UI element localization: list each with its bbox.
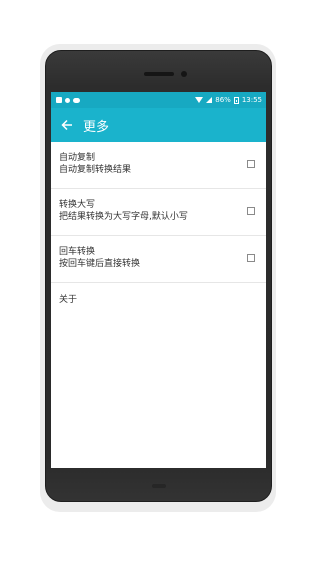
image-notification-icon [56,97,62,103]
setting-title: 回车转换 [59,247,96,257]
setting-subtitle: 把结果转换为大写字母,默认小写 [59,212,188,222]
back-arrow-icon[interactable] [59,117,75,133]
setting-title: 自动复制 [59,153,96,163]
setting-auto-copy[interactable]: 自动复制 自动复制转换结果 [51,142,266,189]
phone-screen: 86% 13:55 更多 自动复制 自动复制转换结果 转换大写 把结果转换为大写… [51,92,266,468]
about-item[interactable]: 关于 [51,283,266,305]
setting-title: 转换大写 [59,200,96,210]
settings-list: 自动复制 自动复制转换结果 转换大写 把结果转换为大写字母,默认小写 回车转换 … [51,142,266,305]
setting-subtitle: 自动复制转换结果 [59,165,132,175]
enter-convert-checkbox[interactable] [247,254,255,262]
setting-subtitle: 按回车键后直接转换 [59,259,141,269]
cloud-notification-icon [73,97,80,103]
phone-camera [181,71,187,77]
status-bar: 86% 13:55 [51,92,266,108]
status-notifications [56,97,80,103]
phone-speaker [144,72,174,76]
wifi-icon [195,97,204,103]
battery-percent: 86% [215,96,231,104]
setting-uppercase[interactable]: 转换大写 把结果转换为大写字母,默认小写 [51,189,266,236]
status-time: 13:55 [241,96,262,104]
battery-icon [233,96,239,104]
auto-copy-checkbox[interactable] [247,160,255,168]
page-title: 更多 [83,119,110,135]
app-bar: 更多 [51,108,266,142]
phone-bottom-bar [152,484,166,488]
sync-notification-icon [65,97,70,103]
status-system: 86% 13:55 [195,96,262,104]
setting-enter-convert[interactable]: 回车转换 按回车键后直接转换 [51,236,266,283]
uppercase-checkbox[interactable] [247,207,255,215]
signal-icon [206,97,213,103]
